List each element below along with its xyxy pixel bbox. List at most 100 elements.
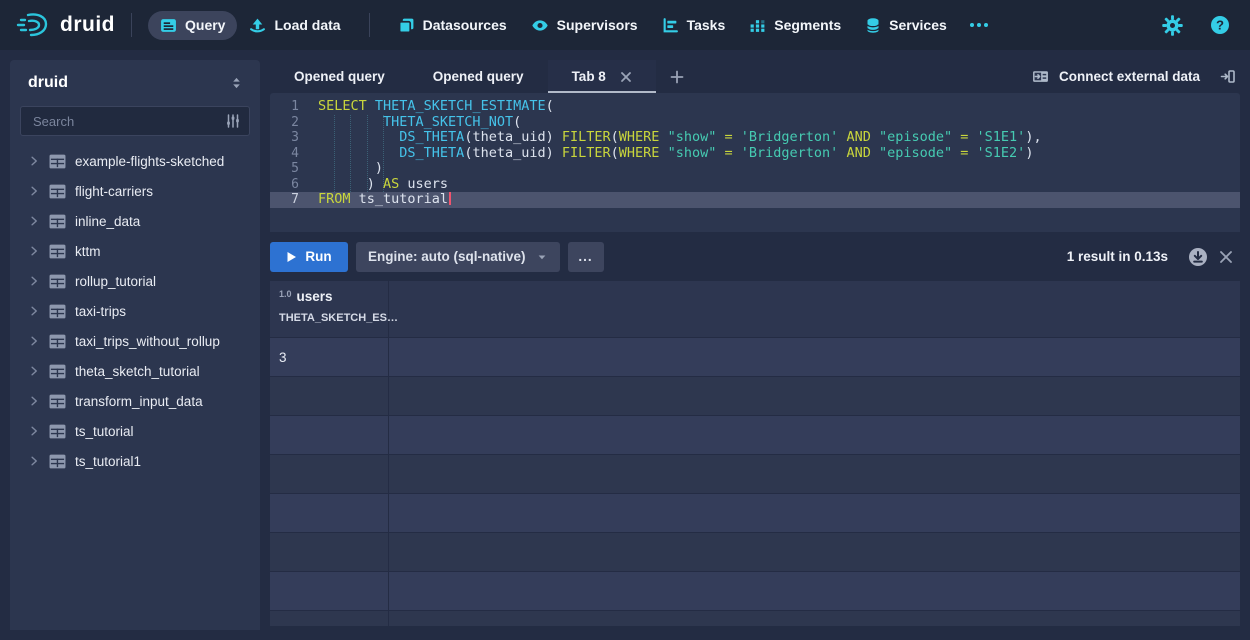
table-icon	[49, 454, 66, 469]
datasource-sidebar: druid example-flights-sketchedflight-car…	[10, 60, 260, 630]
empty-table-row	[270, 377, 1240, 416]
datasource-item[interactable]: flight-carriers	[10, 176, 260, 206]
results-column-header[interactable]: 1.0users THETA_SKETCH_ES…	[270, 281, 389, 337]
code-line[interactable]: SELECT THETA_SKETCH_ESTIMATE(	[318, 99, 1240, 115]
help-icon: ?	[1210, 15, 1230, 35]
table-row[interactable]: 3	[270, 338, 1240, 377]
datasource-item[interactable]: kttm	[10, 236, 260, 266]
nav-item-datasources[interactable]: Datasources	[386, 11, 519, 40]
chevron-right-icon[interactable]	[28, 155, 40, 167]
search-input[interactable]	[31, 113, 225, 130]
download-results-button[interactable]	[1184, 243, 1212, 271]
datasource-item[interactable]: transform_input_data	[10, 386, 260, 416]
sql-editor[interactable]: 1234567 SELECT THETA_SKETCH_ESTIMATE( TH…	[270, 93, 1240, 232]
chevron-right-icon[interactable]	[28, 245, 40, 257]
tab-label: Tab 8	[572, 69, 606, 84]
result-cell[interactable]: 3	[270, 338, 389, 376]
chevron-right-icon[interactable]	[28, 335, 40, 347]
nav-item-segments[interactable]: Segments	[737, 11, 853, 40]
datasource-item[interactable]: inline_data	[10, 206, 260, 236]
tab-label: Opened query	[433, 69, 524, 84]
nav-item-load-data[interactable]: Load data	[237, 11, 352, 40]
connect-external-data-button[interactable]: Connect external data	[1026, 60, 1206, 93]
table-icon	[49, 244, 66, 259]
query-icon	[160, 17, 177, 34]
column-expression: THETA_SKETCH_ES…	[279, 312, 379, 324]
sidebar-title: druid	[28, 74, 68, 92]
run-button-label: Run	[305, 249, 331, 264]
close-tab-icon[interactable]	[620, 71, 632, 83]
datasource-item[interactable]: rollup_tutorial	[10, 266, 260, 296]
filter-sliders-icon[interactable]	[225, 113, 241, 129]
datasource-name: kttm	[75, 244, 101, 259]
engine-select-button[interactable]: Engine: auto (sql-native)	[356, 242, 560, 272]
collapse-panel-button[interactable]	[1206, 60, 1240, 93]
connect-external-data-label: Connect external data	[1059, 69, 1200, 84]
load-data-icon	[249, 17, 266, 34]
datasource-item[interactable]: taxi-trips	[10, 296, 260, 326]
help-button[interactable]: ?	[1206, 11, 1234, 39]
nav-item-query[interactable]: Query	[148, 11, 237, 40]
chevron-right-icon[interactable]	[28, 215, 40, 227]
segments-icon	[749, 17, 766, 34]
datasource-item[interactable]: taxi_trips_without_rollup	[10, 326, 260, 356]
run-button[interactable]: Run	[270, 242, 348, 272]
empty-table-row	[270, 416, 1240, 455]
double-caret-vertical-icon[interactable]	[229, 75, 244, 91]
tab-opened-query-1[interactable]: Opened query	[270, 60, 409, 93]
line-number: 7	[270, 192, 299, 208]
datasource-item[interactable]: theta_sketch_tutorial	[10, 356, 260, 386]
results-body: 3	[270, 338, 1240, 626]
code-line[interactable]: DS_THETA(theta_uid) FILTER(WHERE "show" …	[318, 130, 1240, 146]
new-tab-button[interactable]	[656, 60, 698, 93]
result-cell	[270, 533, 389, 571]
result-cell	[270, 416, 389, 454]
close-icon	[1219, 250, 1233, 264]
table-icon	[49, 364, 66, 379]
engine-label: Engine: auto (sql-native)	[368, 249, 526, 264]
svg-text:?: ?	[1216, 18, 1224, 33]
tab-8[interactable]: Tab 8	[548, 60, 656, 93]
chevron-right-icon[interactable]	[28, 275, 40, 287]
code-line[interactable]: THETA_SKETCH_NOT(	[318, 115, 1240, 131]
code-line[interactable]: DS_THETA(theta_uid) FILTER(WHERE "show" …	[318, 146, 1240, 162]
nav-item-label: Load data	[274, 17, 340, 33]
nav-item-label: Query	[185, 17, 225, 33]
nav-item-tasks[interactable]: Tasks	[650, 11, 738, 40]
nav-item-supervisors[interactable]: Supervisors	[519, 11, 650, 40]
nav-item-label: Services	[889, 17, 947, 33]
datasource-item[interactable]: example-flights-sketched	[10, 146, 260, 176]
chevron-right-icon[interactable]	[28, 305, 40, 317]
druid-logo-icon	[16, 11, 52, 39]
query-tab-bar: Opened query Opened query Tab 8	[270, 60, 1240, 93]
table-icon	[49, 394, 66, 409]
datasource-item[interactable]: ts_tutorial	[10, 416, 260, 446]
nav-more-button[interactable]	[959, 17, 1000, 33]
table-icon	[49, 304, 66, 319]
datasource-item[interactable]: ts_tutorial1	[10, 446, 260, 476]
settings-gear-button[interactable]	[1158, 11, 1186, 39]
chevron-right-icon[interactable]	[28, 185, 40, 197]
code-line[interactable]: ) AS users	[318, 177, 1240, 193]
chevron-right-icon[interactable]	[28, 455, 40, 467]
code-line[interactable]: FROM ts_tutorial	[318, 192, 1240, 208]
close-results-button[interactable]	[1212, 243, 1240, 271]
table-icon	[49, 214, 66, 229]
code-line[interactable]: )	[318, 161, 1240, 177]
tab-label: Opened query	[294, 69, 385, 84]
empty-table-row	[270, 455, 1240, 494]
table-icon	[49, 184, 66, 199]
sql-code[interactable]: SELECT THETA_SKETCH_ESTIMATE( THETA_SKET…	[318, 99, 1240, 208]
services-icon	[865, 17, 881, 34]
nav-item-services[interactable]: Services	[853, 11, 959, 40]
query-more-button[interactable]: ...	[568, 242, 604, 272]
column-name: users	[297, 289, 333, 304]
supervisors-icon	[531, 17, 549, 34]
chevron-right-icon[interactable]	[28, 365, 40, 377]
tab-opened-query-2[interactable]: Opened query	[409, 60, 548, 93]
druid-logo[interactable]: druid	[16, 11, 115, 39]
chevron-right-icon[interactable]	[28, 395, 40, 407]
nav-item-label: Datasources	[423, 17, 507, 33]
nav-item-label: Supervisors	[557, 17, 638, 33]
chevron-right-icon[interactable]	[28, 425, 40, 437]
